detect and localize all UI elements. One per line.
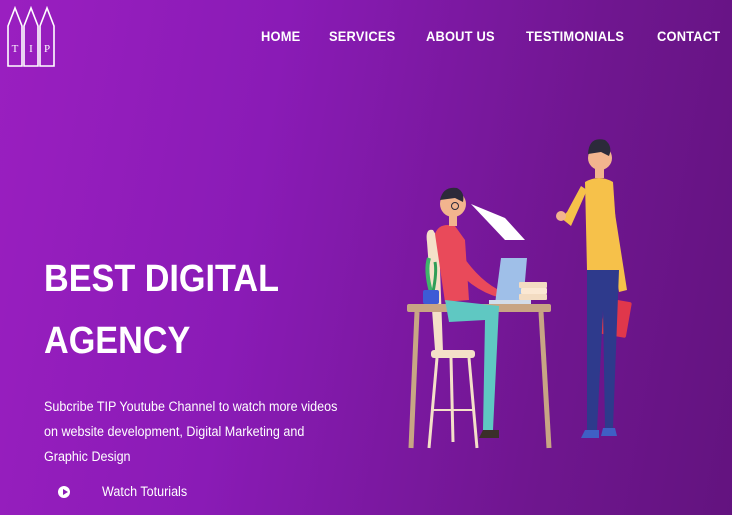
main-nav: HOME SERVICES ABOUT US TESTIMONIALS CONT… <box>261 28 726 44</box>
hero-description: Subcribe TIP Youtube Channel to watch mo… <box>44 399 338 464</box>
site-logo[interactable]: T I P <box>6 5 58 68</box>
seated-person-illustration <box>435 187 525 438</box>
tip-logo-icon: T I P <box>7 5 55 67</box>
watch-tutorials-label[interactable]: Watch Toturials <box>102 484 187 499</box>
papers-illustration <box>519 282 547 300</box>
nav-about-us[interactable]: ABOUT US <box>426 28 495 44</box>
nav-services[interactable]: SERVICES <box>329 28 395 44</box>
standing-person-illustration <box>556 139 632 438</box>
hero-title: BEST DIGITAL AGENCY <box>44 248 344 372</box>
nav-contact[interactable]: CONTACT <box>657 28 720 44</box>
logo-letter-p: P <box>44 43 50 55</box>
watch-tutorials-button[interactable]: Watch Toturials <box>58 484 194 499</box>
play-circle-icon[interactable] <box>58 485 70 498</box>
hero-illustration <box>407 139 632 449</box>
hero-title-line2: AGENCY <box>44 320 191 362</box>
desk-illustration <box>407 304 552 449</box>
nav-testimonials[interactable]: TESTIMONIALS <box>526 28 624 44</box>
nav-home[interactable]: HOME <box>261 28 300 44</box>
logo-letter-i: I <box>29 43 33 55</box>
hero-title-line1: BEST DIGITAL <box>44 258 279 300</box>
logo-letter-t: T <box>12 43 19 55</box>
